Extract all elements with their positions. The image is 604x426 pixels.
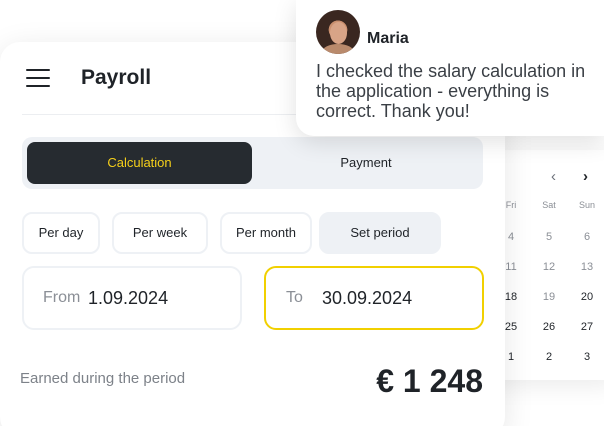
calendar-day[interactable]: 5: [530, 222, 568, 252]
earned-label: Earned during the period: [20, 370, 186, 387]
avatar-shoulders: [322, 44, 354, 54]
to-date-value: 30.09.2024: [322, 288, 413, 308]
from-date-value: 1.09.2024: [88, 288, 169, 308]
earned-amount: € 1 248: [376, 363, 483, 399]
per-week-button[interactable]: Per week: [112, 212, 208, 254]
to-label: To: [286, 289, 303, 306]
weekday-header: Sat: [542, 200, 556, 210]
weekday-header: Sun: [578, 200, 595, 210]
calendar-day[interactable]: 19: [530, 282, 568, 312]
per-day-button[interactable]: Per day: [22, 212, 100, 254]
chat-message: I checked the salary calculation in the …: [316, 61, 586, 121]
chevron-left-icon[interactable]: ‹: [551, 168, 556, 185]
chevron-right-icon[interactable]: ›: [583, 168, 588, 185]
calculation-payment-switch: Calculation Payment: [22, 137, 483, 189]
chat-bubble: Maria I checked the salary calculation i…: [296, 0, 604, 136]
calendar-day[interactable]: 26: [530, 312, 568, 342]
to-date-field[interactable]: To 30.09.2024: [264, 266, 484, 330]
set-period-button[interactable]: Set period: [319, 212, 441, 254]
calendar-day[interactable]: 2: [530, 342, 568, 372]
calendar-day[interactable]: 12: [530, 252, 568, 282]
avatar-face: [330, 22, 347, 44]
calendar-day[interactable]: 3: [568, 342, 604, 372]
calendar-grid: Fri Sat Sun 4 5 6 11 12 13 18 19 20 25 2…: [492, 200, 604, 372]
sender-name: Maria: [367, 30, 409, 47]
calendar-day[interactable]: 20: [568, 282, 604, 312]
page-title: Payroll: [81, 66, 152, 89]
calendar-day[interactable]: 6: [568, 222, 604, 252]
tab-payment[interactable]: Payment: [254, 142, 478, 184]
calendar-day[interactable]: 13: [568, 252, 604, 282]
tab-calculation[interactable]: Calculation: [27, 142, 252, 184]
from-label: From: [43, 289, 81, 306]
calendar-day[interactable]: 27: [568, 312, 604, 342]
avatar: [316, 10, 360, 54]
from-date-field[interactable]: From 1.09.2024: [22, 266, 242, 330]
hamburger-menu-icon[interactable]: [26, 69, 50, 87]
per-month-button[interactable]: Per month: [220, 212, 312, 254]
